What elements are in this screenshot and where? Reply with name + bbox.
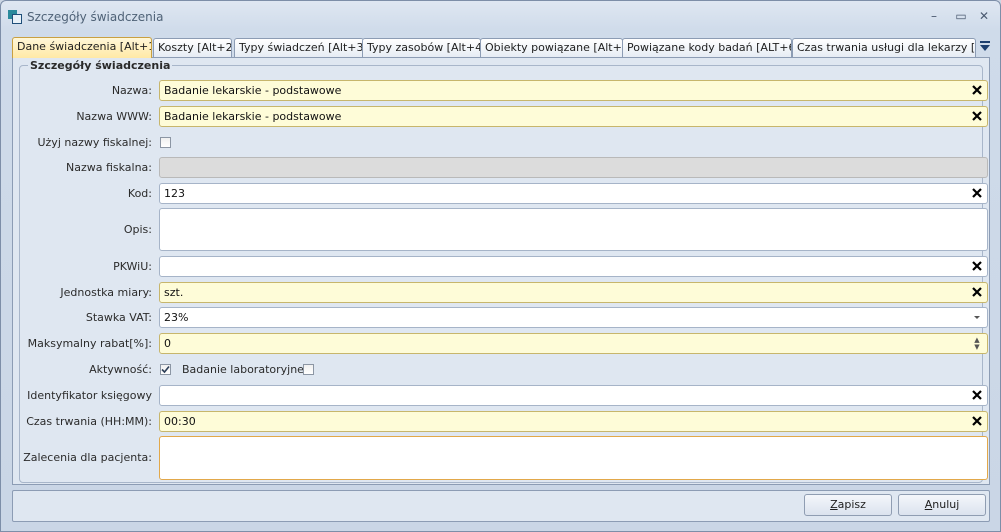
tab-scroll-down-icon[interactable] — [979, 40, 991, 54]
tab-powiazane-kody-badan[interactable]: Powiązane kody badań [ALT+6] — [622, 38, 792, 57]
clear-icon[interactable] — [971, 110, 983, 122]
tab-bar: Dane świadczenia [Alt+1] Koszty [Alt+2] … — [12, 37, 991, 58]
kod-input[interactable]: 123 — [159, 183, 988, 204]
czas-trwania-label: Czas trwania (HH:MM): — [26, 415, 152, 428]
clear-icon[interactable] — [971, 84, 983, 96]
nazwa-value: Badanie lekarskie - podstawowe — [164, 84, 342, 97]
minimize-button[interactable]: – — [925, 8, 943, 24]
czas-trwania-input[interactable]: 00:30 — [159, 411, 988, 432]
clear-icon[interactable] — [971, 187, 983, 199]
stawka-vat-select[interactable]: 23% — [159, 307, 988, 328]
badanie-laboratoryjne-checkbox[interactable] — [303, 364, 314, 375]
cancel-label: nuluj — [932, 498, 960, 511]
maksymalny-rabat-label: Maksymalny rabat[%]: — [27, 337, 152, 350]
pkwiu-label: PKWiU: — [113, 260, 152, 273]
kod-label: Kod: — [127, 187, 152, 200]
tab-czas-trwania-uslugi[interactable]: Czas trwania usługi dla lekarzy [Al — [792, 38, 976, 57]
save-label: apisz — [837, 498, 866, 511]
stawka-vat-value: 23% — [164, 311, 189, 324]
identyfikator-ksiegowy-input[interactable] — [159, 385, 988, 406]
spinner-arrows-icon[interactable]: ▲ ▼ — [973, 337, 981, 351]
jednostka-miary-value: szt. — [164, 286, 184, 299]
app-icon — [8, 10, 22, 24]
pkwiu-input[interactable] — [159, 256, 988, 277]
kod-value: 123 — [164, 187, 185, 200]
stawka-vat-label: Stawka VAT: — [85, 311, 152, 324]
tab-dane-swiadczenia[interactable]: Dane świadczenia [Alt+1] — [12, 37, 152, 58]
checkmark-icon — [161, 365, 170, 374]
tab-koszty[interactable]: Koszty [Alt+2] — [153, 38, 232, 57]
jednostka-miary-label: Jednostka miary: — [60, 286, 152, 299]
details-group: Szczegóły świadczenia Nazwa: Badanie lek… — [19, 59, 988, 483]
identyfikator-ksiegowy-label: Identyfikator księgowy — [27, 389, 152, 402]
maksymalny-rabat-spinner[interactable]: 0 ▲ ▼ — [159, 333, 988, 354]
aktywnosc-checkbox[interactable] — [160, 364, 171, 375]
nazwa-www-input[interactable]: Badanie lekarskie - podstawowe — [159, 106, 988, 127]
nazwa-label: Nazwa: — [111, 84, 152, 97]
zalecenia-textarea[interactable] — [159, 436, 988, 480]
czas-trwania-value: 00:30 — [164, 415, 196, 428]
nazwa-input[interactable]: Badanie lekarskie - podstawowe — [159, 80, 988, 101]
clear-icon[interactable] — [971, 260, 983, 272]
opis-textarea[interactable] — [159, 208, 988, 251]
window-title: Szczegóły świadczenia — [27, 10, 164, 24]
nazwa-fiskalna-label: Nazwa fiskalna: — [65, 161, 152, 174]
cancel-button[interactable]: Anuluj — [898, 494, 986, 516]
close-button[interactable]: ✕ — [975, 8, 993, 24]
clear-icon[interactable] — [971, 415, 983, 427]
clear-icon[interactable] — [971, 389, 983, 401]
group-title: Szczegóły świadczenia — [28, 59, 173, 72]
nazwa-www-label: Nazwa WWW: — [76, 110, 152, 123]
aktywnosc-label: Aktywność: — [89, 363, 152, 376]
nazwa-fiskalna-input — [159, 157, 988, 178]
clear-icon[interactable] — [971, 286, 983, 298]
zalecenia-label: Zalecenia dla pacjenta: — [23, 451, 152, 464]
chevron-down-icon[interactable] — [974, 316, 980, 319]
tab-panel-dane-swiadczenia: Szczegóły świadczenia Nazwa: Badanie lek… — [12, 57, 990, 485]
jednostka-miary-input[interactable]: szt. — [159, 282, 988, 303]
opis-label: Opis: — [123, 223, 152, 236]
maximize-button[interactable]: ▭ — [952, 8, 970, 24]
title-bar[interactable]: Szczegóły świadczenia – ▭ ✕ — [1, 1, 1000, 31]
badanie-laboratoryjne-label: Badanie laboratoryjne: — [182, 363, 308, 376]
tab-typy-swiadczen[interactable]: Typy świadczeń [Alt+3] — [234, 38, 364, 57]
tab-typy-zasobow[interactable]: Typy zasobów [Alt+4] — [362, 38, 481, 57]
save-button[interactable]: Zapisz — [804, 494, 892, 516]
uzyj-nazwy-fiskalnej-label: Użyj nazwy fiskalnej: — [37, 136, 152, 149]
nazwa-www-value: Badanie lekarskie - podstawowe — [164, 110, 342, 123]
tab-obiekty-powiazane[interactable]: Obiekty powiązane [Alt+5] — [480, 38, 623, 57]
footer-bar: Zapisz Anuluj — [12, 490, 990, 522]
maksymalny-rabat-value: 0 — [164, 337, 171, 350]
uzyj-nazwy-fiskalnej-checkbox[interactable] — [160, 137, 171, 148]
window: Szczegóły świadczenia – ▭ ✕ Dane świadcz… — [0, 0, 1001, 532]
save-accel: Z — [830, 498, 838, 511]
